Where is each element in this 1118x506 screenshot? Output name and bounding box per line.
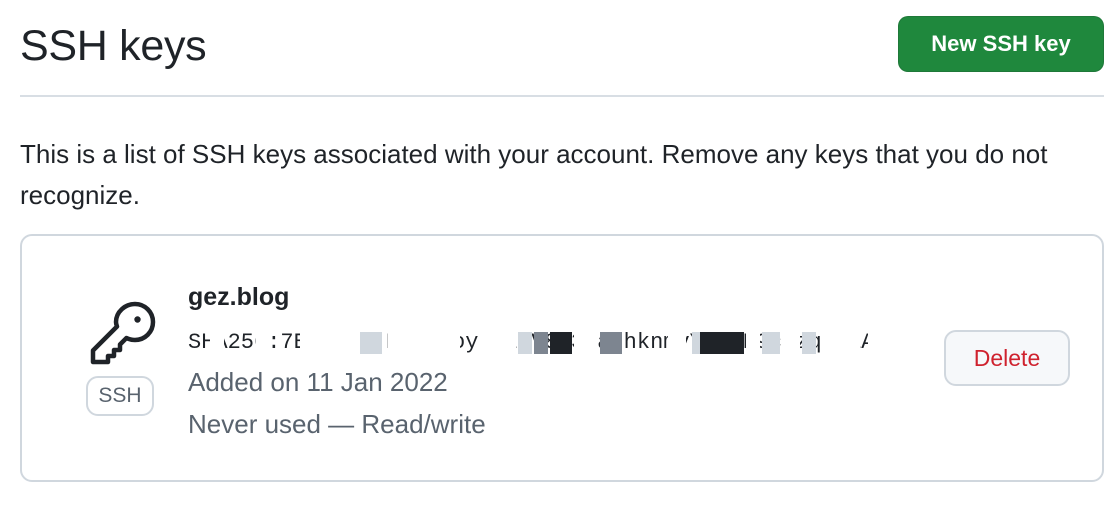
- redaction-mask: [256, 332, 270, 354]
- redaction-mask: [574, 332, 598, 354]
- page-description: This is a list of SSH keys associated wi…: [20, 139, 1048, 210]
- redaction-mask: [210, 332, 224, 354]
- key-usage-status: Never used — Read/write: [188, 409, 486, 439]
- redaction-mask: [534, 332, 548, 354]
- redaction-mask: [600, 332, 622, 354]
- ssh-key-card: SSH gez.blog SHA256:7EE+9Cl+DnvfaoyklzFV…: [20, 234, 1104, 482]
- redaction-mask: [388, 332, 460, 354]
- key-added-date: Added on 11 Jan 2022: [188, 367, 448, 397]
- new-ssh-key-button[interactable]: New SSH key: [898, 16, 1104, 72]
- ssh-type-badge: SSH: [86, 376, 154, 416]
- redaction-mask: [820, 332, 860, 354]
- delete-key-button[interactable]: Delete: [944, 330, 1070, 386]
- key-icon: [86, 298, 156, 368]
- redaction-mask: [550, 332, 572, 354]
- redaction-mask: [668, 332, 686, 354]
- page-title: SSH keys: [20, 22, 207, 70]
- page-header: SSH keys New SSH key: [20, 0, 1104, 97]
- redaction-mask: [518, 332, 532, 354]
- redaction-mask: [762, 332, 780, 354]
- redaction-mask: [868, 332, 886, 354]
- redaction-mask: [700, 332, 744, 354]
- redaction-mask: [782, 332, 800, 354]
- redaction-mask: [746, 332, 760, 354]
- key-title: gez.blog: [188, 283, 290, 311]
- redaction-mask: [360, 332, 382, 354]
- redaction-mask: [480, 332, 516, 354]
- redaction-mask: [802, 332, 816, 354]
- key-fingerprint: SHA256:7EE+9Cl+DnvfaoyklzFV8y3MazhknmvYx…: [188, 328, 918, 358]
